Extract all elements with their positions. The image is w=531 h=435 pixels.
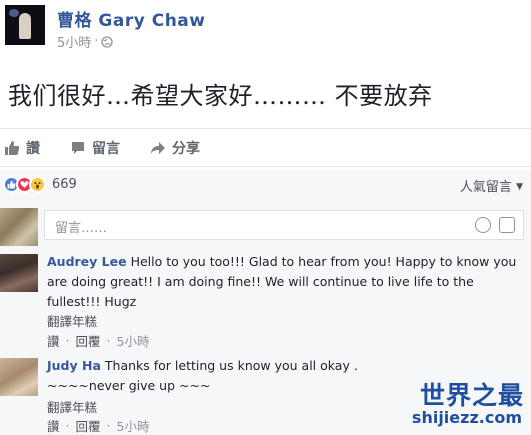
comment-reply-link[interactable]: 回覆 xyxy=(76,416,101,435)
current-user-avatar[interactable] xyxy=(0,208,38,246)
comment-meta: 讚 · 回覆 · 5小時 xyxy=(47,331,149,350)
divider-bottom xyxy=(0,166,531,167)
comment-like-link[interactable]: 讚 xyxy=(47,331,60,350)
translate-link[interactable]: 翻譯年糕 xyxy=(47,311,97,330)
share-arrow-icon xyxy=(151,142,165,154)
comment-text: Thanks for letting us know you all okay … xyxy=(104,358,358,373)
like-button[interactable]: 讚 xyxy=(4,138,40,158)
post-header: 曹格 Gary Chaw 5小時 · xyxy=(0,0,531,58)
comment-time[interactable]: 5小時 xyxy=(117,331,150,350)
commenter-avatar[interactable] xyxy=(0,254,38,292)
translate-link[interactable]: 翻譯年糕 xyxy=(47,397,97,416)
emoji-icon[interactable] xyxy=(475,217,491,233)
commenter-avatar[interactable] xyxy=(0,358,38,396)
camera-icon[interactable] xyxy=(499,217,515,233)
commenter-name[interactable]: Audrey Lee xyxy=(47,254,127,269)
comment-icon xyxy=(72,142,84,154)
globe-icon xyxy=(101,35,114,48)
divider-top xyxy=(0,128,531,129)
site-watermark: 世界之最 shijiezz.com xyxy=(410,374,526,432)
share-button[interactable]: 分享 xyxy=(150,138,200,158)
comment-label: 留言 xyxy=(92,141,120,157)
meta-separator: · xyxy=(65,333,70,348)
meta-separator: · xyxy=(106,418,111,433)
reaction-count[interactable]: 669 xyxy=(52,177,77,192)
comment-sort-dropdown[interactable]: 人氣留言 ▼ xyxy=(460,176,523,195)
comment-time[interactable]: 5小時 xyxy=(117,416,150,435)
comment-placeholder: 留言…… xyxy=(55,221,108,236)
meta-separator: · xyxy=(106,333,111,348)
meta-separator: · xyxy=(65,418,70,433)
avatar-figure xyxy=(19,13,31,39)
avatar-light xyxy=(9,9,19,17)
thumbs-up-icon xyxy=(5,141,20,155)
comment-body: Audrey Lee Hello to you too!!! Glad to h… xyxy=(47,252,521,312)
share-label: 分享 xyxy=(172,141,200,157)
watermark-title: 世界之最 xyxy=(419,381,524,410)
post-meta: 5小時 · xyxy=(57,32,114,51)
like-label: 讚 xyxy=(26,141,40,157)
sort-label: 人氣留言 xyxy=(459,180,512,195)
comment-meta: 讚 · 回覆 · 5小時 xyxy=(47,416,149,435)
meta-dot: · xyxy=(94,34,99,49)
post-actions: 讚 留言 分享 xyxy=(0,136,531,160)
comment-button[interactable]: 留言 xyxy=(70,138,120,158)
reaction-icons[interactable] xyxy=(3,175,46,193)
watermark-url: shijiezz.com xyxy=(411,408,522,427)
wow-reaction-icon xyxy=(29,175,46,193)
post-text: 我们很好…希望大家好……… 不要放弃 xyxy=(8,82,433,110)
comment-input[interactable]: 留言…… xyxy=(44,210,524,240)
caret-down-icon: ▼ xyxy=(516,182,523,192)
author-avatar[interactable] xyxy=(5,5,45,45)
author-name[interactable]: 曹格 Gary Chaw xyxy=(57,6,205,31)
reactions-bar: 669 人氣留言 ▼ xyxy=(0,170,531,198)
comment-text-line2: ~~~~never give up ~~~ xyxy=(47,378,211,393)
commenter-name[interactable]: Judy Ha xyxy=(47,358,101,373)
comment-box-icons xyxy=(475,217,515,233)
comment-like-link[interactable]: 讚 xyxy=(47,416,60,435)
comment-reply-link[interactable]: 回覆 xyxy=(76,331,101,350)
post-time[interactable]: 5小時 xyxy=(57,32,91,51)
